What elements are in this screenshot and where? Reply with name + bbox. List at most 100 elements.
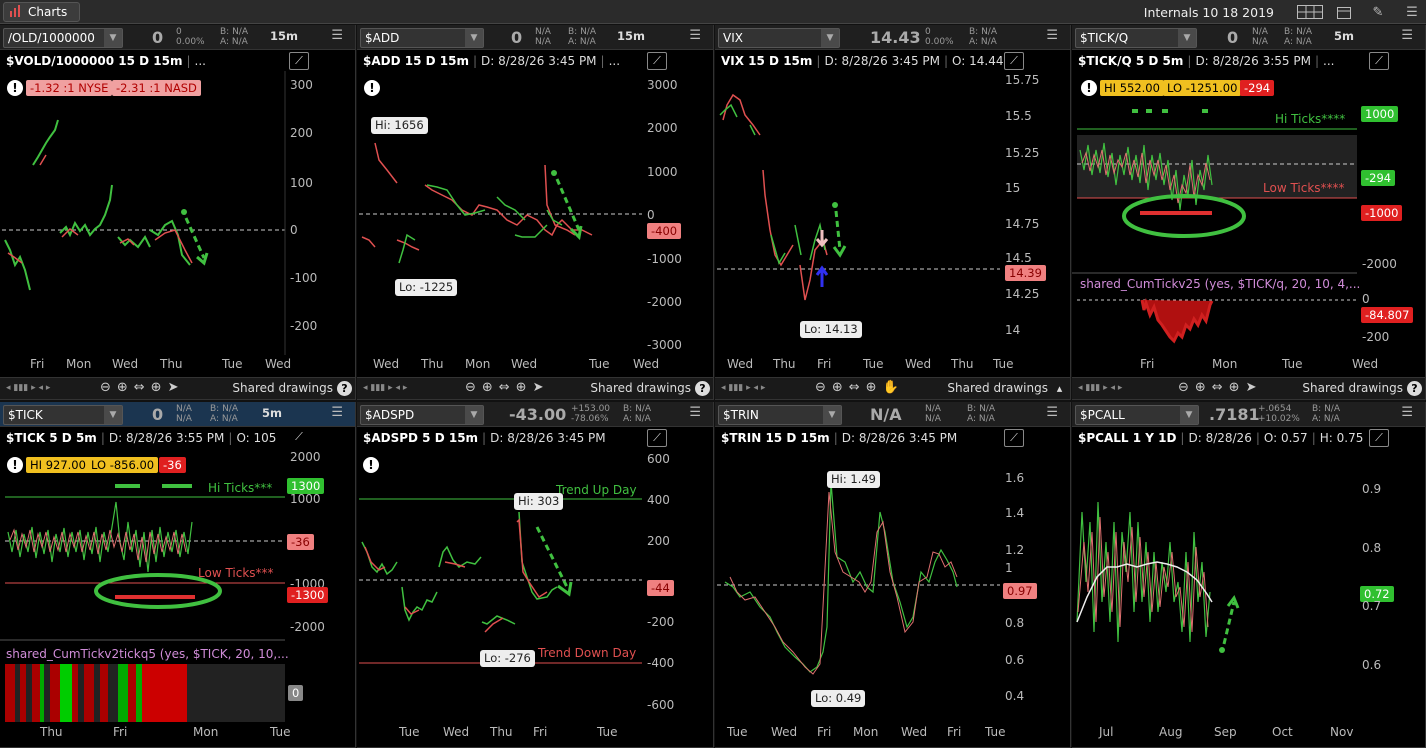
chart-panel-pcall: $PCALL ▼ .7181 +.0654 +10.02% B: N/A A: N/A… [1072,402,1426,748]
shared-drawings-button[interactable]: Shared drawings [232,381,333,395]
horizontal-scrollbar[interactable]: ◂ ▮▮▮ ▸ ◂ ▸ [363,383,453,393]
last-price-badge: 14.39 [1005,265,1046,281]
zoom-controls[interactable]: ⊖⊕⇔⊕➤ [100,380,184,395]
x-tick: Thu [490,725,513,739]
x-tick: Mon [853,725,879,739]
x-tick: Fri [30,357,45,371]
y-tick: 100 [290,176,313,190]
zoom-controls[interactable]: ⊖⊕⇔⊕➤ [465,380,549,395]
alert-icon[interactable]: ! [364,80,380,96]
x-tick: Wed [265,357,292,371]
help-icon[interactable]: ? [1407,381,1422,396]
chart-footer: ◂ ▮▮▮ ▸ ◂ ▸ ⊖⊕⇔⊕✋ Shared drawings ▴ [715,377,1070,399]
y-tick: -600 [647,698,675,712]
y-tick: 15.5 [1005,109,1032,123]
y-tick: 0.8 [1362,541,1382,555]
y-tick: 300 [290,78,313,92]
last-tick-badge: -36 [159,457,186,473]
y-tick: 1000 [647,165,678,179]
x-tick: Wed [511,357,538,371]
y-tick: -1000 [647,252,682,266]
horizontal-scrollbar[interactable]: ◂ ▮▮▮ ▸ ◂ ▸ [1078,383,1168,393]
high-label: Hi: 1.49 [827,471,880,488]
y-tick: 0 [647,208,655,222]
menu-icon[interactable]: ☰ [1398,2,1426,22]
shared-drawings-button[interactable]: Shared drawings [947,381,1048,395]
y-tick: -2000 [1362,257,1397,271]
x-tick: Tue [863,357,884,371]
horizontal-scrollbar[interactable]: ◂ ▮▮▮ ▸ ◂ ▸ [6,383,96,393]
study-value-badge: -84.807 [1361,307,1414,323]
pin-icon[interactable]: ✎ [1364,2,1392,22]
y-tick: 14.25 [1005,287,1040,301]
low-label: Lo: -1225 [395,279,458,296]
level-neg1000-badge: -1000 [1361,205,1403,221]
alert-icon[interactable]: ! [1081,80,1097,96]
level-1000-badge: 1000 [1361,106,1399,122]
y-tick: 0.6 [1005,653,1025,667]
x-tick: Tue [597,725,618,739]
low-label: Lo: -276 [480,650,535,667]
chart-panel-tick: $TICK ▼ 0 N/A N/A B: N/A A: N/A 5m ☰ $TICK … [0,402,356,748]
x-tick: Fri [947,725,962,739]
lo-badge: LO -856.00 [87,457,159,473]
x-tick: Tue [270,725,291,739]
y-tick: -3000 [647,338,682,352]
y-tick: -100 [290,271,318,285]
help-icon[interactable]: ? [337,381,352,396]
zoom-controls[interactable]: ⊖⊕⇔⊕✋ [815,380,905,395]
y-tick: 14.5 [1005,251,1032,265]
x-tick: Fri [1140,357,1155,371]
calendar-icon[interactable] [1330,2,1358,22]
x-tick: Tue [589,357,610,371]
horizontal-scrollbar[interactable]: ◂ ▮▮▮ ▸ ◂ ▸ [721,383,811,393]
last-price-badge: 0.97 [1003,583,1037,599]
y-tick: 1 [1005,561,1013,575]
chart-panel-add: $ADD ▼ 0 N/A N/A B: N/A A: N/A 15m ☰ $ADD 1… [357,25,714,400]
high-label: Hi: 303 [514,493,564,510]
y-tick: 1.6 [1005,471,1025,485]
x-tick: Thu [40,725,63,739]
alert-icon[interactable]: ! [7,457,23,473]
ratio-nasd-badge: -2.31 :1 NASD [112,80,201,96]
x-tick: Thu [421,357,444,371]
y-tick: 0 [1362,292,1370,306]
study-label[interactable]: shared_CumTickv25 (yes, $TICK/q, 20, 10,… [1080,277,1360,291]
y-tick: 1000 [290,492,321,506]
y-tick: 3000 [647,78,678,92]
alert-icon[interactable]: ! [363,457,379,473]
charts-tab[interactable]: Charts [3,2,80,22]
hi-badge: HI 552.00 [1100,80,1164,96]
x-tick: Wed [901,725,928,739]
chart-panel-vix: VIX ▼ 14.43 0 0.00% B: N/A A: N/A ☰ VIX 15 … [715,25,1071,400]
x-tick: Tue [727,725,748,739]
more-icon[interactable]: ▴ [1052,381,1067,396]
y-tick: 0.6 [1362,658,1382,672]
low-label: Lo: 14.13 [800,321,862,338]
chart-footer: ◂ ▮▮▮ ▸ ◂ ▸ ⊖⊕⇔⊕➤ Shared drawings ? [0,377,355,399]
y-tick: -2000 [290,620,325,634]
shared-drawings-button[interactable]: Shared drawings [590,381,691,395]
alert-icon[interactable]: ! [7,80,23,96]
hi-ticks-label: Hi Ticks**** [1275,112,1346,126]
ratio-nyse-badge: -1.32 :1 NYSE [26,80,113,96]
x-tick: Wed [771,725,798,739]
y-tick: 14.75 [1005,217,1040,231]
hi-ticks-label: Hi Ticks*** [208,481,273,495]
y-tick: -200 [1362,330,1390,344]
low-label: Lo: 0.49 [811,690,866,707]
chart-panel-tickq: $TICK/Q ▼ 0 N/A N/A B: N/A A: N/A 5m ☰ $TIC… [1072,25,1426,400]
x-tick: Thu [160,357,183,371]
last-price-badge: -36 [287,534,314,550]
y-tick: 1.4 [1005,506,1025,520]
zoom-controls[interactable]: ⊖⊕⇔⊕➤ [1178,380,1262,395]
x-tick: Sep [1214,725,1237,739]
x-tick: Mon [465,357,491,371]
y-tick: 1.2 [1005,543,1025,557]
shared-drawings-button[interactable]: Shared drawings [1302,381,1403,395]
x-tick: Tue [1282,357,1303,371]
study-label[interactable]: shared_CumTickv2tickq5 (yes, $TICK, 20, … [6,647,289,661]
help-icon[interactable]: ? [695,381,710,396]
x-tick: Oct [1272,725,1293,739]
grid-layout-icon[interactable] [1296,2,1324,22]
